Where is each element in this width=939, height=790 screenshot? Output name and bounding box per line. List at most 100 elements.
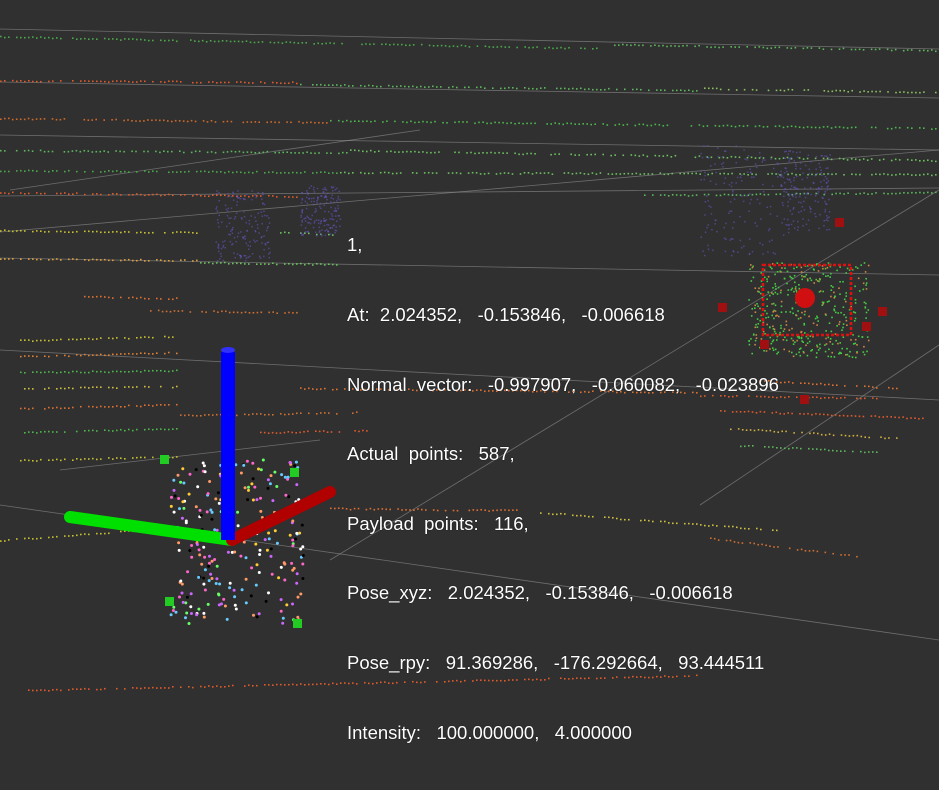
lidar-point [136,337,138,339]
lidar-point [236,196,239,198]
lidar-point [218,226,220,228]
lidar-point [882,416,885,418]
lidar-point [442,121,444,124]
lidar-point [100,688,102,691]
lidar-point [188,231,190,234]
lidar-point [124,688,126,690]
lidar-point [886,415,888,418]
lidar-point [56,688,58,691]
lidar-point [24,170,26,172]
lidar-point [232,199,235,201]
3d-viewport[interactable]: 1, At: 2.024352, -0.153846, -0.006618 No… [0,0,939,743]
lidar-point [848,554,850,556]
lidar-point [28,459,30,462]
lidar-point [152,336,154,339]
lidar-point [823,225,825,227]
lidar-point [824,200,826,203]
lidar-point [797,226,799,228]
lidar-point [31,118,34,121]
lidar-point [160,687,162,689]
lidar-point [303,431,305,433]
lidar-point [814,200,817,202]
lidar-point [262,193,264,196]
lidar-point [804,275,806,278]
lidar-point [329,42,331,44]
lidar-point [108,532,110,535]
lidar-point [590,123,592,126]
lidar-point [210,577,214,580]
lidar-point [132,81,134,83]
lidar-point [755,173,757,176]
lidar-point [208,554,211,558]
lidar-point [789,275,791,278]
lidar-point [272,311,274,313]
lidar-point [854,298,857,301]
lidar-point [189,592,193,596]
lidar-point [301,577,305,580]
lidar-point [84,533,86,535]
lidar-point [318,219,320,222]
lidar-point [20,371,22,374]
lidar-point [614,44,616,47]
lidar-point [896,437,898,439]
lidar-point [224,247,226,249]
lidar-point [261,198,263,200]
lidar-point [330,431,333,433]
lidar-point [234,216,237,218]
lidar-point [788,195,790,197]
lidar-point [865,277,867,280]
lidar-point [228,263,230,265]
lidar-point [320,263,322,265]
lidar-point [143,150,145,153]
lidar-point [514,152,516,155]
lidar-point [52,459,54,461]
lidar-point [800,201,802,204]
lidar-point [305,42,307,44]
lidar-point [176,231,178,233]
lidar-point [249,41,252,44]
lidar-point [857,335,860,338]
lidar-point [240,171,242,174]
lidar-point [36,689,38,692]
lidar-point [144,352,146,355]
lidar-point [0,192,2,194]
lidar-point [890,49,893,52]
lidar-point [244,172,246,174]
lidar-point [233,218,236,220]
lidar-point [56,406,58,409]
lidar-point [891,174,893,176]
lidar-point [196,170,198,173]
lidar-point [532,87,534,90]
lidar-point [326,431,329,433]
lidar-point [256,413,258,415]
lidar-point [746,171,749,173]
lidar-point [414,150,416,153]
lidar-point [813,282,815,284]
lidar-point [100,353,102,356]
lidar-point [766,47,769,50]
lidar-point [24,432,26,434]
lidar-point [784,157,786,160]
lidar-point [782,330,785,332]
lidar-point [853,320,856,322]
lidar-point [740,174,743,176]
lidar-point [806,354,809,357]
lidar-point [824,210,826,213]
lidar-point [833,291,835,294]
lidar-point [72,387,74,390]
lidar-point [410,150,412,153]
lidar-point [780,305,783,308]
lidar-point [238,197,240,199]
lidar-point [811,413,813,416]
lidar-point [518,153,520,156]
lidar-point [307,222,309,224]
lidar-point [40,371,42,374]
lidar-point [596,88,598,91]
lidar-point [371,172,374,175]
y-axis [64,511,238,546]
lidar-point [258,232,260,234]
lidar-point [269,251,271,254]
lidar-point [174,119,177,122]
lidar-point [820,172,823,174]
lidar-point [39,149,42,152]
